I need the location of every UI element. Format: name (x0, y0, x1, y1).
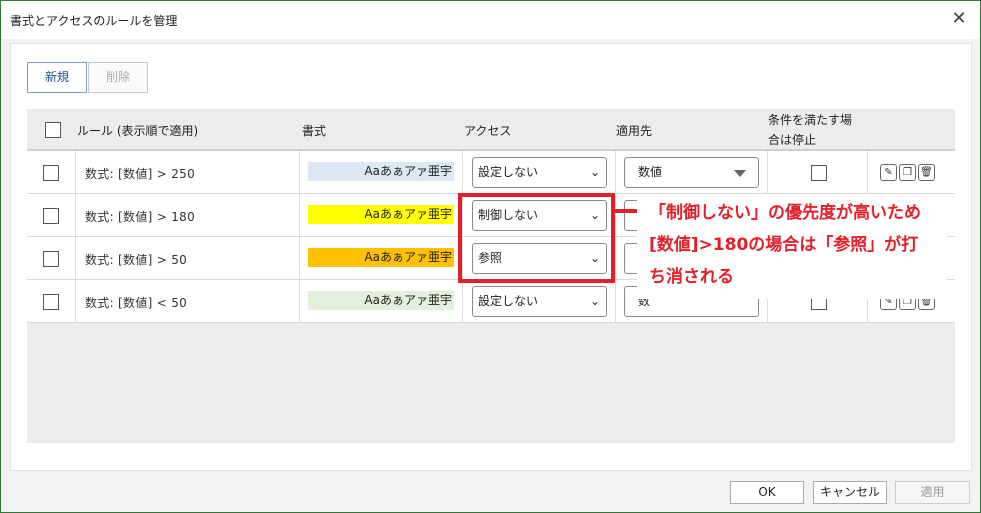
applies-to-combo[interactable]: 数値 (624, 157, 759, 188)
cancel-button[interactable]: キャンセル (813, 481, 887, 504)
format-preview[interactable]: Aaあぁアァ亜宇 (308, 205, 454, 224)
titlebar: 書式とアクセスのルールを管理 ✕ (1, 1, 980, 39)
new-rule-button[interactable]: 新規 (27, 62, 87, 93)
applies-to-value: 数値 (638, 165, 663, 179)
ok-button[interactable]: OK (730, 481, 804, 504)
format-preview[interactable]: Aaあぁアァ亜宇 (308, 248, 454, 267)
rule-formula: 数式: [数値] < 50 (85, 296, 188, 310)
chevron-down-icon: ⌄ (589, 294, 600, 308)
stop-if-true-checkbox[interactable] (811, 165, 827, 181)
close-icon[interactable]: ✕ (948, 8, 970, 30)
header-access: アクセス (464, 124, 512, 138)
trash-icon[interactable]: 🗑 (918, 164, 935, 181)
rule-formula: 数式: [数値] > 50 (85, 253, 188, 267)
header-rule: ルール (表示順で適用) (77, 124, 199, 138)
row-checkbox[interactable] (43, 294, 59, 310)
manage-rules-dialog: 書式とアクセスのルールを管理 ✕ 新規 削除 ルール (表示順で適用) 書式 ア… (0, 0, 981, 513)
header-format: 書式 (302, 124, 327, 138)
delete-rule-button[interactable]: 削除 (88, 62, 148, 93)
grid-header: ルール (表示順で適用) 書式 アクセス 適用先 条件を満たす場 合は停止 (27, 109, 955, 151)
header-stop-line1: 条件を満たす場 (768, 113, 853, 127)
row-checkbox[interactable] (43, 208, 59, 224)
access-select-value: 設定しない (478, 165, 539, 179)
dropdown-triangle-icon (734, 170, 746, 177)
annotation-line1: 「制御しない」の優先度が高いため (649, 203, 921, 223)
chevron-down-icon: ⌄ (589, 165, 600, 179)
header-stop-line2: 合は停止 (768, 133, 817, 147)
table-row[interactable]: 数式: [数値] > 250 Aaあぁアァ亜宇 設定しない ⌄ 数値 ✎ ❐ 🗑 (27, 151, 955, 194)
rule-formula: 数式: [数値] > 250 (85, 167, 196, 181)
format-preview[interactable]: Aaあぁアァ亜宇 (308, 162, 454, 181)
select-all-checkbox[interactable] (45, 122, 61, 138)
edit-icon[interactable]: ✎ (880, 164, 897, 181)
access-select-value: 設定しない (478, 294, 539, 308)
row-checkbox[interactable] (43, 251, 59, 267)
rule-formula: 数式: [数値] > 180 (85, 210, 196, 224)
annotation-line3: ち消される (649, 267, 734, 287)
row-actions: ✎ ❐ 🗑 (880, 164, 937, 181)
copy-icon[interactable]: ❐ (899, 164, 916, 181)
format-preview[interactable]: Aaあぁアァ亜宇 (308, 291, 454, 310)
row-checkbox[interactable] (43, 165, 59, 181)
annotation-text: 「制御しない」の優先度が高いため [数値]>180の場合は「参照」が打 ち消され… (649, 197, 959, 293)
header-applies-to: 適用先 (616, 124, 653, 138)
access-select[interactable]: 設定しない ⌄ (472, 286, 607, 317)
annotation-connector (615, 209, 637, 213)
access-select[interactable]: 設定しない ⌄ (472, 157, 607, 188)
dialog-title: 書式とアクセスのルールを管理 (10, 14, 178, 28)
highlight-frame (458, 193, 615, 283)
apply-button[interactable]: 適用 (895, 481, 970, 504)
annotation-line2: [数値]>180の場合は「参照」が打 (649, 235, 919, 255)
